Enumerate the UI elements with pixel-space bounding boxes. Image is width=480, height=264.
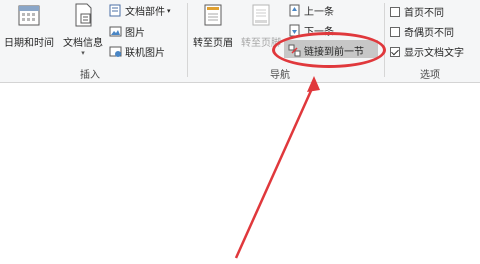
annotation-arrow xyxy=(234,76,320,259)
